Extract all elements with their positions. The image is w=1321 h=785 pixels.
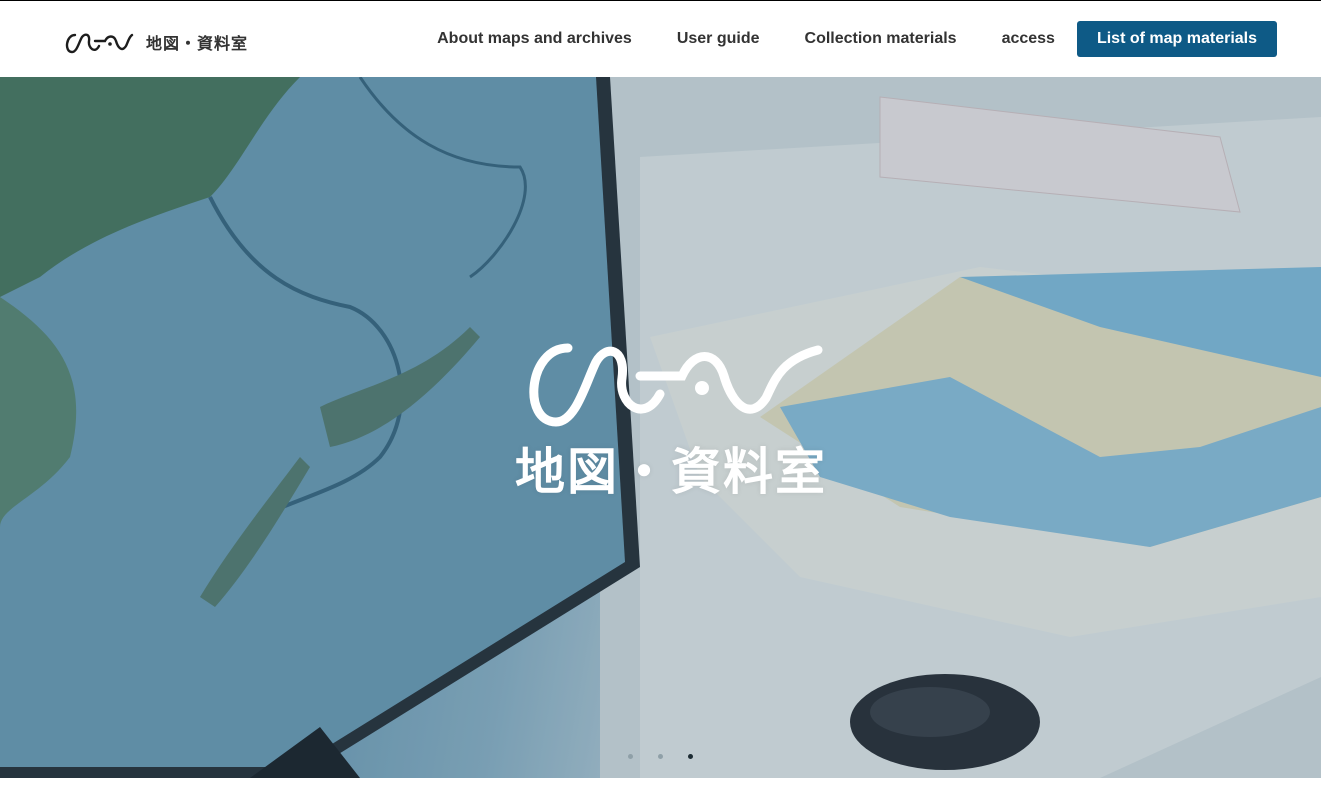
hero-carousel: 地図・資料室: [0, 77, 1321, 778]
nav-about[interactable]: About maps and archives: [437, 21, 632, 57]
carousel-dot-3[interactable]: [688, 754, 693, 759]
list-of-maps-button[interactable]: List of map materials: [1076, 21, 1277, 57]
hero-title: 地図・資料室: [515, 442, 827, 501]
site-header: 地図・資料室 About maps and archives User guid…: [0, 1, 1321, 77]
ceas-logo-icon: [529, 343, 823, 427]
main-nav: About maps and archives User guide Colle…: [437, 21, 1277, 57]
hero-logo: 地図・資料室: [506, 342, 836, 522]
page-bottom: [0, 778, 1321, 785]
nav-access[interactable]: access: [1002, 21, 1055, 57]
brand[interactable]: 地図・資料室: [62, 31, 248, 57]
ceas-logo-icon: [65, 33, 134, 54]
brand-name: 地図・資料室: [146, 34, 249, 53]
carousel-dot-1[interactable]: [628, 754, 633, 759]
nav-collection[interactable]: Collection materials: [805, 21, 957, 57]
nav-user-guide[interactable]: User guide: [677, 21, 760, 57]
carousel-dots: [628, 754, 718, 759]
carousel-dot-2[interactable]: [658, 754, 663, 759]
